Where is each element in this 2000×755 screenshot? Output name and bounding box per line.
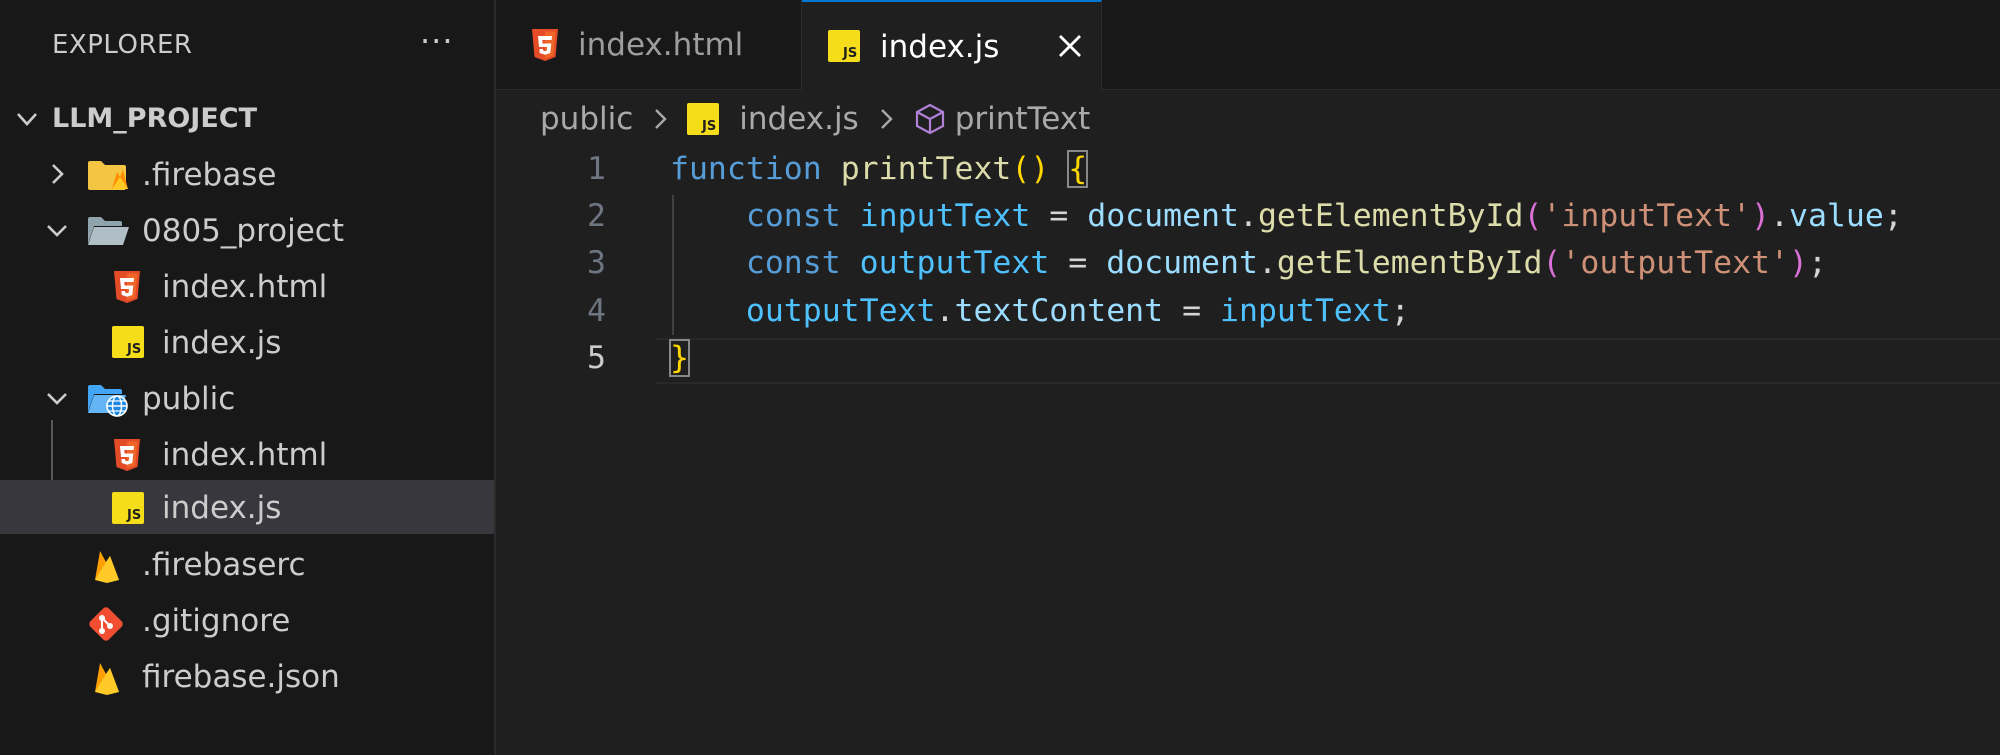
chevron-right-icon xyxy=(655,109,667,129)
tree-item-gitignore[interactable]: .gitignore xyxy=(0,594,494,646)
tree-item-public-folder[interactable]: public xyxy=(0,372,494,424)
folder-open-icon xyxy=(88,217,129,245)
html5-icon xyxy=(114,439,140,471)
explorer-sidebar: EXPLORER ··· LLM_PROJECT .firebase 0805_… xyxy=(0,0,496,755)
code-editor[interactable]: 1 2 3 4 5 function printText() { const i… xyxy=(496,145,2000,755)
svg-text:JS: JS xyxy=(842,46,857,61)
chevron-down-icon xyxy=(47,393,67,405)
tree-item-label: index.js xyxy=(162,325,282,361)
line-number: 2 xyxy=(587,198,606,234)
explorer-title: EXPLORER xyxy=(52,30,193,60)
tree-item-index-html[interactable]: index.html xyxy=(0,260,494,312)
more-actions-button[interactable]: ··· xyxy=(420,22,454,60)
code-line: const outputText = document.getElementBy… xyxy=(745,245,1827,281)
tree-item-index-js[interactable]: JS index.js xyxy=(0,316,494,368)
tree-item-label: firebase.json xyxy=(142,659,340,695)
current-line-highlight xyxy=(656,338,2000,384)
chevron-right-icon xyxy=(880,109,893,129)
tab-index-html[interactable]: index.html xyxy=(496,0,802,89)
tree-item-label: .firebaserc xyxy=(142,547,306,583)
cube-symbol-icon xyxy=(915,103,944,135)
project-root-label: LLM_PROJECT xyxy=(52,103,258,134)
html5-icon xyxy=(532,29,558,61)
chevron-down-icon xyxy=(17,113,37,126)
tree-item-firebaserc[interactable]: .firebaserc xyxy=(0,538,494,590)
breadcrumb-file-label: index.js xyxy=(739,101,859,137)
line-number: 1 xyxy=(587,151,606,187)
tree-item-firebase-folder[interactable]: .firebase xyxy=(0,148,494,200)
code-line: outputText.textContent = inputText; xyxy=(745,293,1410,329)
firebase-folder-icon xyxy=(88,161,128,190)
breadcrumb-file[interactable]: JS index.js xyxy=(687,101,859,137)
tree-item-index-html[interactable]: index.html xyxy=(0,428,494,480)
tab-label: index.html xyxy=(578,27,744,63)
firebase-icon xyxy=(95,663,119,695)
close-icon[interactable] xyxy=(1056,32,1084,60)
public-folder-icon xyxy=(88,385,128,417)
breadcrumb-symbol-label: printText xyxy=(954,101,1091,137)
git-icon xyxy=(89,607,123,641)
tree-item-label: .firebase xyxy=(142,157,277,193)
svg-text:JS: JS xyxy=(126,508,141,523)
breadcrumb-symbol[interactable]: printText xyxy=(913,101,1091,137)
code-line-current: } xyxy=(669,339,690,377)
html5-icon xyxy=(114,271,140,303)
tree-item-label: index.html xyxy=(162,437,328,473)
tree-item-index-js-selected[interactable]: JS index.js xyxy=(0,480,494,534)
js-icon: JS xyxy=(112,326,144,358)
tree-item-label: .gitignore xyxy=(142,603,291,639)
chevron-right-icon xyxy=(52,164,64,184)
breadcrumb-folder[interactable]: public xyxy=(540,101,633,137)
tree-item-label: 0805_project xyxy=(142,213,344,249)
tree-item-0805-project-folder[interactable]: 0805_project xyxy=(0,204,494,256)
svg-text:JS: JS xyxy=(126,342,141,357)
breadcrumb: public JS index.js printText xyxy=(540,96,1090,142)
js-icon: JS xyxy=(112,492,144,524)
line-number-current: 5 xyxy=(587,340,606,376)
tree-item-label: index.js xyxy=(162,490,282,526)
line-number: 4 xyxy=(587,293,606,329)
tree-item-firebase-json[interactable]: firebase.json xyxy=(0,650,494,702)
tab-index-js[interactable]: JS index.js xyxy=(802,0,1102,90)
js-icon: JS xyxy=(828,30,860,62)
chevron-down-icon xyxy=(47,225,67,237)
code-line: const inputText = document.getElementByI… xyxy=(745,198,1903,234)
vscode-window: EXPLORER ··· LLM_PROJECT .firebase 0805_… xyxy=(0,0,2000,755)
editor-tab-bar: index.html JS index.js xyxy=(496,0,2000,90)
code-line: function printText() { xyxy=(670,150,1089,188)
tree-item-label: index.html xyxy=(162,269,328,305)
explorer-header: EXPLORER ··· xyxy=(0,0,494,94)
tree-item-label: public xyxy=(142,381,236,417)
firebase-icon xyxy=(95,551,119,583)
line-number: 3 xyxy=(587,245,606,281)
tab-label: index.js xyxy=(880,29,1000,65)
js-icon: JS xyxy=(687,103,720,135)
project-root[interactable]: LLM_PROJECT xyxy=(0,94,494,144)
svg-text:JS: JS xyxy=(701,119,716,134)
